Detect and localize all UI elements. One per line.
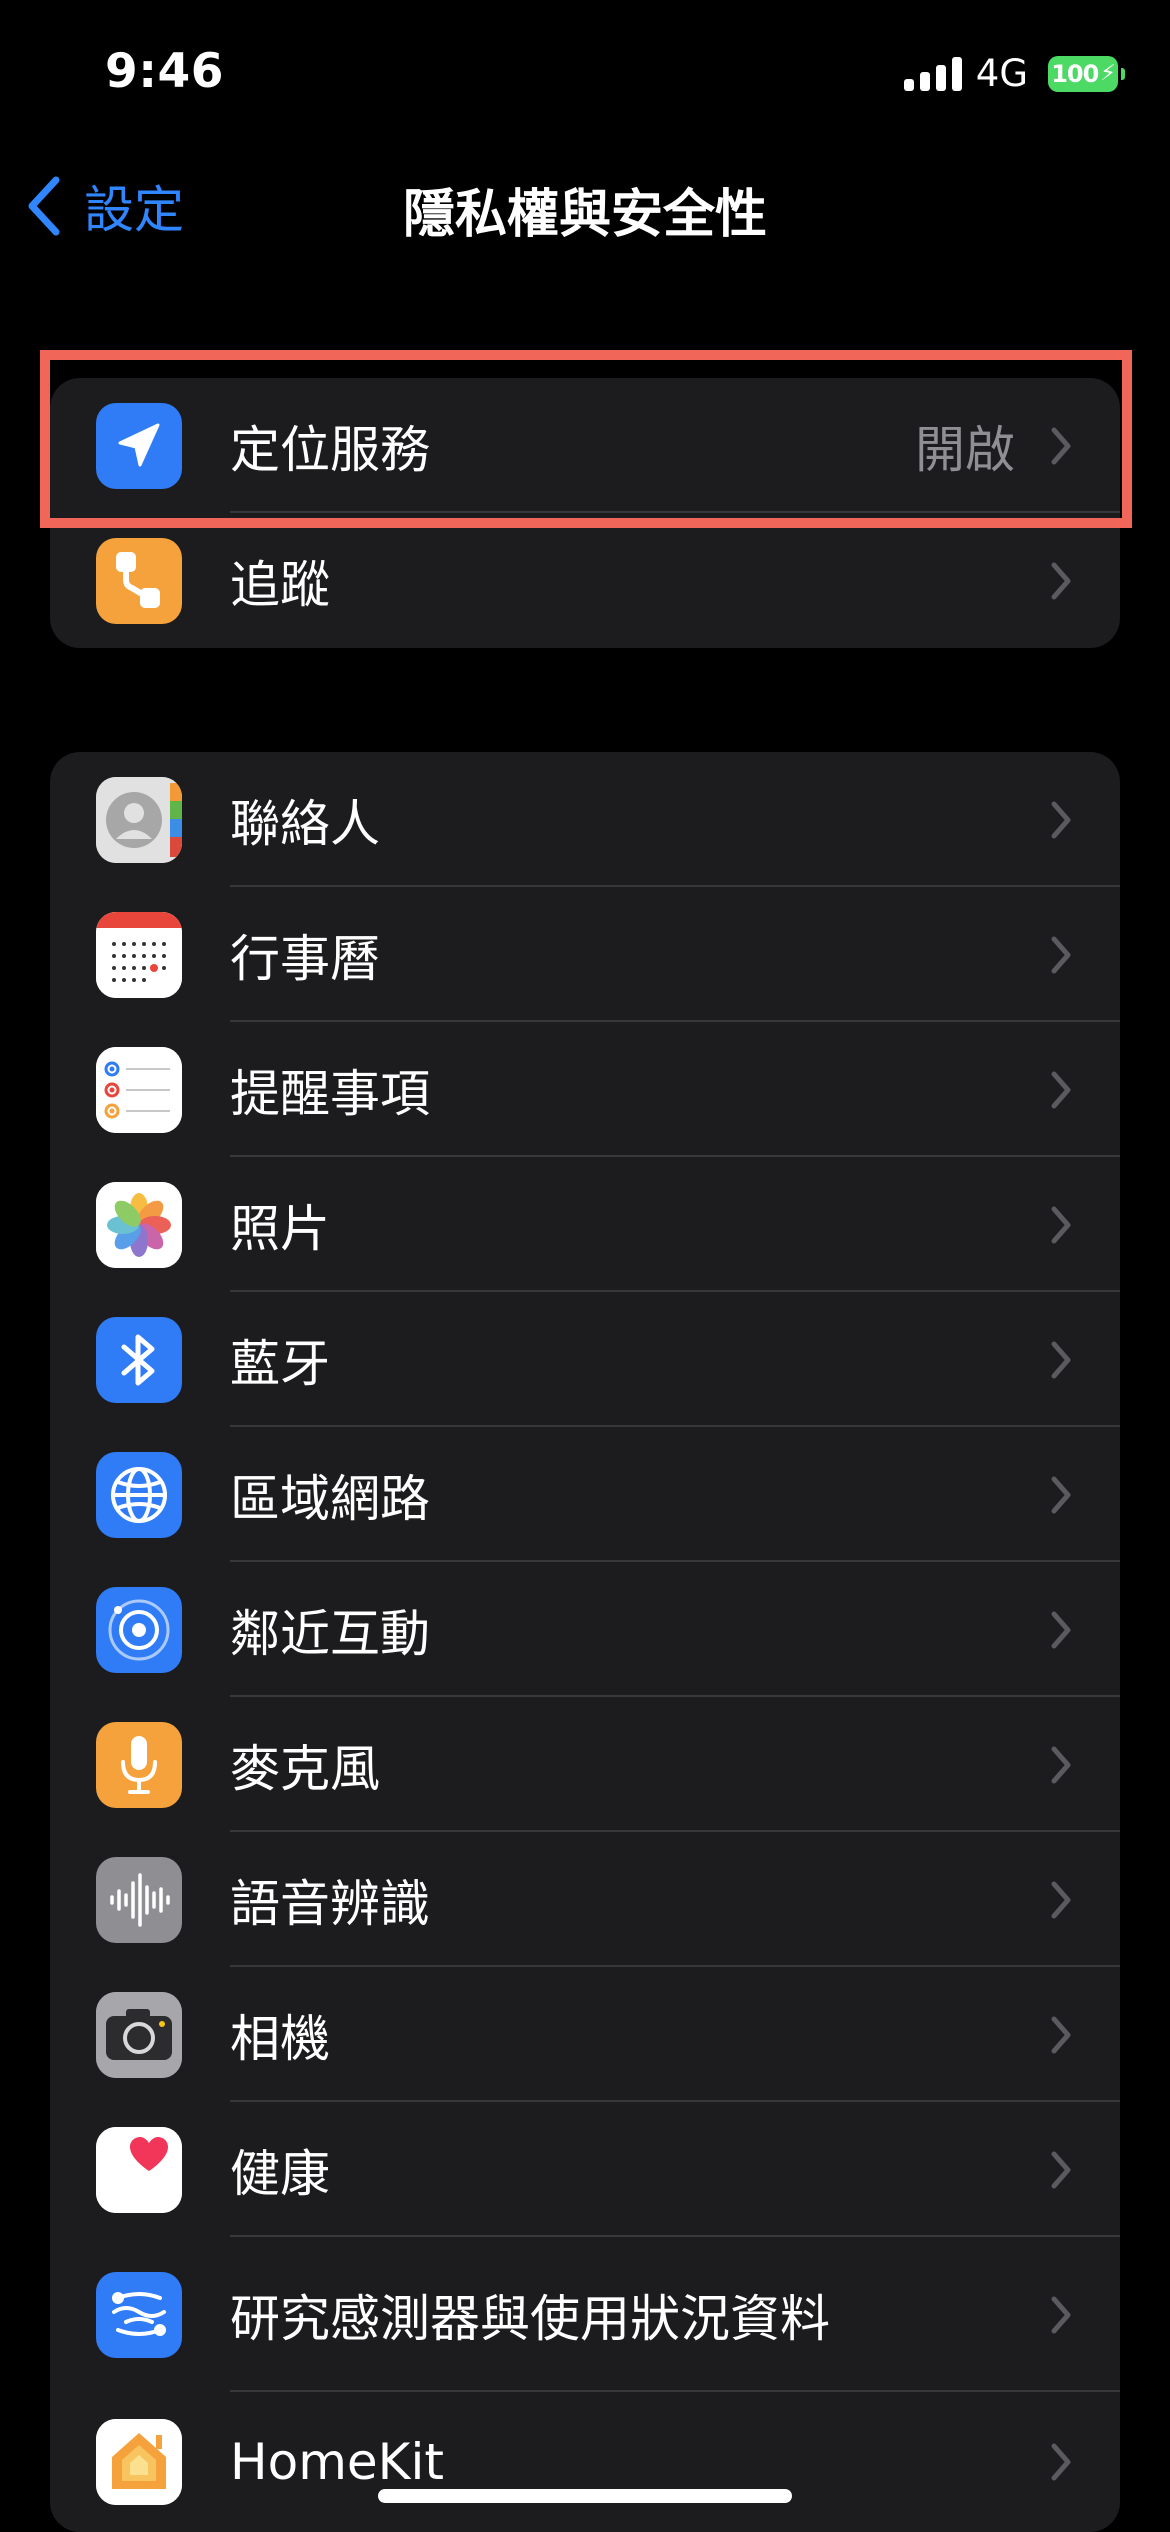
tracking-row[interactable]: 追蹤 [50, 513, 1120, 648]
app-permissions-group: 聯絡人 行事曆 提醒事項 照片 藍牙 區域網路 鄰近互動 麥克風 語音辨識 相機… [50, 752, 1120, 2532]
page-title: 隱私權與安全性 [402, 185, 767, 245]
row-label: 相機 [230, 2009, 330, 2068]
chevron-right-icon [1051, 1746, 1071, 1783]
location-services-row[interactable]: 定位服務 開啟 [50, 378, 1120, 513]
chevron-right-icon [1051, 1206, 1071, 1243]
homekit-icon [96, 2419, 182, 2505]
charging-bolt-icon: ⚡ [1100, 61, 1115, 86]
contacts-row[interactable]: 聯絡人 [50, 752, 1120, 887]
globe-icon [96, 1451, 182, 1538]
status-indicators: 4G 100 ⚡ [903, 52, 1125, 95]
chevron-right-icon [1051, 1881, 1071, 1918]
row-label: 區域網路 [230, 1469, 430, 1528]
cellular-signal-icon [903, 56, 962, 91]
research-sensor-row[interactable]: 研究感測器與使用狀況資料 [50, 2237, 1120, 2392]
battery-icon: 100 ⚡ [1048, 55, 1125, 92]
calendar-icon [96, 911, 182, 998]
location-tracking-group: 定位服務 開啟 追蹤 [50, 378, 1120, 648]
status-bar: 9:46 4G 100 ⚡ [0, 0, 1170, 150]
chevron-right-icon [1051, 2016, 1071, 2053]
row-label: 健康 [230, 2144, 330, 2203]
camera-icon [96, 1991, 182, 2078]
health-heart-icon [96, 2126, 182, 2213]
tracking-icon [96, 537, 182, 624]
location-status-value: 開啟 [915, 420, 1015, 479]
row-label: 提醒事項 [230, 1064, 430, 1123]
homekit-row[interactable]: HomeKit [50, 2392, 1120, 2532]
row-label: 麥克風 [230, 1739, 380, 1798]
row-label: 鄰近互動 [230, 1604, 430, 1663]
speech-recognition-icon [96, 1856, 182, 1943]
chevron-right-icon [1051, 427, 1071, 464]
reminders-icon [96, 1046, 182, 1133]
chevron-right-icon [1051, 1476, 1071, 1513]
row-label: 藍牙 [230, 1334, 330, 1393]
bluetooth-row[interactable]: 藍牙 [50, 1292, 1120, 1427]
bluetooth-icon [96, 1316, 182, 1403]
microphone-row[interactable]: 麥克風 [50, 1697, 1120, 1832]
contacts-icon [96, 776, 182, 863]
row-label: 聯絡人 [230, 794, 380, 853]
reminders-row[interactable]: 提醒事項 [50, 1022, 1120, 1157]
battery-percent: 100 [1051, 59, 1099, 88]
chevron-right-icon [1051, 801, 1071, 838]
microphone-icon [96, 1721, 182, 1808]
chevron-right-icon [1051, 1071, 1071, 1108]
local-network-row[interactable]: 區域網路 [50, 1427, 1120, 1562]
photos-row[interactable]: 照片 [50, 1157, 1120, 1292]
row-label: 定位服務 [230, 420, 430, 479]
camera-row[interactable]: 相機 [50, 1967, 1120, 2102]
location-arrow-icon [96, 402, 182, 489]
nearby-interaction-row[interactable]: 鄰近互動 [50, 1562, 1120, 1697]
chevron-right-icon [1051, 2151, 1071, 2188]
photos-icon [96, 1181, 182, 1268]
row-label: 研究感測器與使用狀況資料 [230, 2289, 830, 2348]
nearby-interaction-icon [96, 1586, 182, 1673]
network-type: 4G [975, 52, 1028, 95]
navigation-bar: 設定 隱私權與安全性 [0, 150, 1170, 260]
chevron-right-icon [1051, 2296, 1071, 2333]
status-time: 9:46 [105, 44, 224, 99]
chevron-right-icon [1051, 936, 1071, 973]
row-label: 語音辨識 [230, 1874, 430, 1933]
row-label: 追蹤 [230, 555, 330, 614]
home-indicator[interactable] [378, 2489, 792, 2503]
row-label: 行事曆 [230, 929, 380, 988]
speech-recognition-row[interactable]: 語音辨識 [50, 1832, 1120, 1967]
row-label: 照片 [230, 1199, 330, 1258]
chevron-right-icon [1051, 562, 1071, 599]
row-label: HomeKit [230, 2433, 444, 2491]
research-sensor-icon [96, 2271, 182, 2358]
chevron-right-icon [1051, 1341, 1071, 1378]
chevron-right-icon [1051, 2443, 1071, 2481]
chevron-right-icon [1051, 1611, 1071, 1648]
health-row[interactable]: 健康 [50, 2102, 1120, 2237]
calendar-row[interactable]: 行事曆 [50, 887, 1120, 1022]
